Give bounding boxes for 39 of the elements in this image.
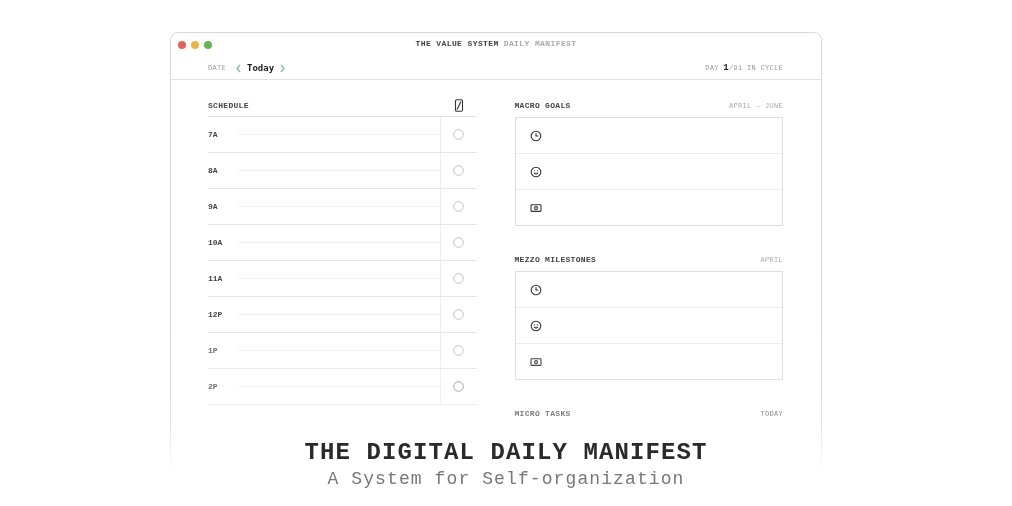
empty-circle-icon[interactable] (453, 345, 464, 356)
subtitle: A System for Self-organization (327, 468, 685, 491)
chevron-right-icon (279, 63, 287, 73)
empty-circle-icon[interactable] (453, 309, 464, 320)
empty-circle-icon[interactable] (453, 165, 464, 176)
empty-circle-icon[interactable] (453, 381, 464, 392)
phone-slash-icon (453, 98, 464, 112)
time-label: 8A (208, 166, 219, 175)
section-title: MACRO GOALS (514, 101, 571, 110)
chevron-left-icon (235, 63, 242, 73)
clock-icon (529, 283, 542, 296)
empty-circle-icon[interactable] (453, 237, 464, 248)
date-value: Today (247, 63, 275, 73)
section-title: MEZZO MILESTONES (514, 255, 597, 264)
time-label: 11A (208, 274, 224, 283)
window-subtitle: DAILY MANIFEST (503, 39, 577, 48)
window-title: THE VALUE SYSTEM (415, 39, 499, 48)
time-label: 2P (208, 382, 219, 391)
smiley-icon (529, 165, 542, 178)
previous-day-button[interactable] (235, 63, 242, 73)
window-control-button[interactable] (204, 41, 212, 49)
section-title: SCHEDULE (208, 100, 249, 110)
clock-icon (529, 129, 542, 142)
next-day-button[interactable] (279, 63, 287, 73)
empty-circle-icon[interactable] (453, 129, 464, 140)
time-label: 10A (208, 238, 224, 247)
time-label: 12P (208, 310, 224, 319)
banknote-icon (529, 201, 542, 214)
window-control-button[interactable] (191, 41, 199, 49)
empty-circle-icon[interactable] (453, 273, 464, 284)
time-label: 1P (208, 346, 219, 355)
banknote-icon (529, 355, 542, 368)
time-label: 7A (208, 130, 219, 139)
empty-circle-icon[interactable] (453, 201, 464, 212)
window-control-button[interactable] (178, 41, 186, 49)
headline: THE DIGITAL DAILY MANIFEST (304, 439, 708, 467)
smiley-icon (529, 319, 542, 332)
time-label: 9A (208, 202, 219, 211)
section-title: MICRO TASKS (514, 409, 571, 418)
